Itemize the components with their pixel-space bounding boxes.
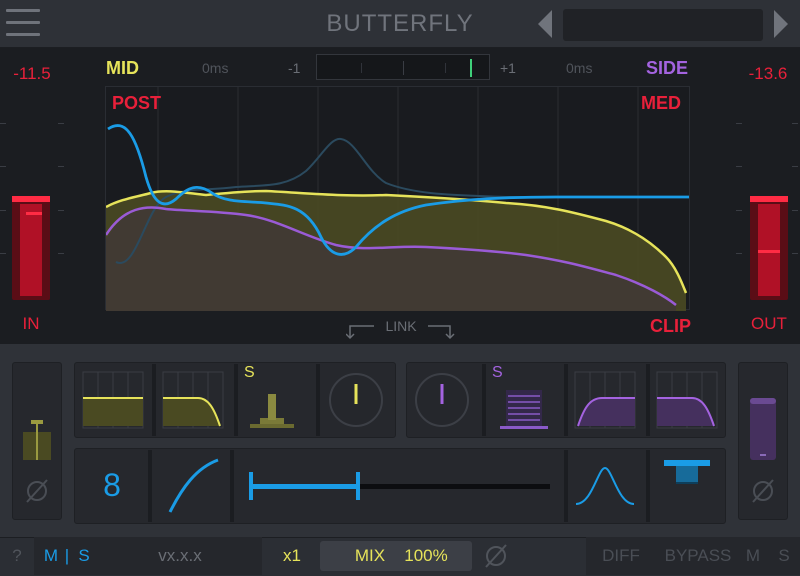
output-gain-slider[interactable]	[748, 396, 778, 462]
output-meter[interactable]	[750, 196, 788, 300]
menu-icon[interactable]	[4, 6, 42, 40]
diff-button[interactable]: DIFF	[596, 537, 646, 575]
phase-invert-left-icon[interactable]	[22, 476, 52, 506]
side-label[interactable]: SIDE	[646, 58, 688, 79]
mid-delay-readout[interactable]: 0ms	[202, 60, 228, 76]
ms-mode-separator: |	[64, 546, 70, 565]
curve-shape-button[interactable]	[162, 454, 224, 518]
clip-label[interactable]: CLIP	[650, 316, 691, 337]
input-level-readout: -11.5	[13, 64, 51, 83]
mid-label[interactable]: MID	[106, 58, 139, 79]
ms-mode-s-button[interactable]: S	[74, 537, 94, 575]
plugin-title: BUTTERFLY	[326, 10, 474, 37]
prev-preset-icon[interactable]	[536, 8, 556, 40]
mix-label: MIX	[354, 546, 386, 565]
output-label: OUT	[751, 314, 787, 333]
mid-solo-button[interactable]: S	[244, 364, 256, 382]
oversample-button[interactable]: x1	[272, 537, 312, 575]
input-meter[interactable]	[12, 196, 50, 300]
balance-min-label: -1	[288, 60, 301, 76]
mid-monitor-button[interactable]: M	[742, 537, 764, 575]
side-delay-readout[interactable]: 0ms	[566, 60, 592, 76]
preset-display[interactable]	[563, 9, 763, 41]
med-label[interactable]: MED	[641, 93, 681, 114]
side-monitor-button[interactable]: S	[774, 537, 794, 575]
bypass-button[interactable]: BYPASS	[660, 537, 736, 575]
global-phase-icon[interactable]	[480, 541, 512, 571]
input-gain-slider[interactable]	[22, 380, 52, 460]
link-label: LINK	[385, 318, 417, 334]
balance-max-label: +1	[500, 60, 516, 76]
phase-invert-right-icon[interactable]	[748, 476, 778, 506]
help-button[interactable]: ?	[6, 537, 28, 575]
side-lowcut-filter[interactable]	[572, 368, 638, 432]
post-label[interactable]: POST	[112, 93, 161, 114]
next-preset-icon[interactable]	[770, 8, 790, 40]
link-toggle[interactable]: LINK	[346, 318, 456, 342]
side-solo-button[interactable]: S	[492, 364, 504, 382]
version-label: vx.x.x	[158, 546, 202, 565]
threshold-slider[interactable]	[244, 466, 554, 506]
balance-slider[interactable]	[316, 54, 490, 80]
output-level-readout: -13.6	[748, 64, 788, 83]
order-value[interactable]: 8	[82, 462, 142, 508]
input-label: IN	[22, 314, 40, 333]
side-highshelf-filter[interactable]	[654, 368, 720, 432]
ms-mode-m-button[interactable]: M	[42, 537, 60, 575]
mid-lowshelf-filter[interactable]	[80, 368, 146, 432]
side-level-fader[interactable]	[496, 386, 552, 432]
spectrum-graph[interactable]: POST MED	[105, 86, 690, 311]
mid-width-knob[interactable]	[326, 370, 386, 430]
mid-highcut-filter[interactable]	[160, 368, 226, 432]
bell-curve-button[interactable]	[572, 458, 638, 510]
limiter-icon[interactable]	[660, 456, 714, 492]
balance-handle[interactable]	[470, 59, 472, 77]
mid-level-fader[interactable]	[246, 390, 298, 432]
mix-value[interactable]: 100%	[396, 537, 456, 575]
side-width-knob[interactable]	[412, 370, 472, 430]
